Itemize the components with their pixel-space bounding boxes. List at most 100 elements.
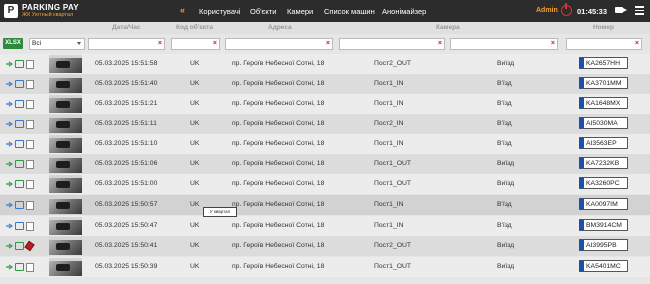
plate-number[interactable]: AI3995PB bbox=[579, 239, 628, 251]
table-row[interactable]: 05.03.2025 15:51:11 UK пр. Героїв Небесної… bbox=[0, 114, 650, 134]
clear-icon[interactable]: × bbox=[213, 39, 217, 49]
clear-icon[interactable]: × bbox=[158, 39, 162, 49]
nav-cameras[interactable]: Камери bbox=[287, 7, 313, 16]
folder-icon[interactable] bbox=[15, 242, 24, 250]
clear-icon[interactable]: × bbox=[551, 39, 555, 49]
power-icon[interactable] bbox=[561, 3, 572, 16]
table-row[interactable]: 05.03.2025 15:50:41 UK пр. Героїв Небесної… bbox=[0, 236, 650, 256]
folder-icon[interactable] bbox=[15, 80, 24, 88]
plate-number[interactable]: AI5030MA bbox=[579, 117, 628, 129]
row-date: 05.03.2025 15:51:58 bbox=[95, 60, 158, 67]
file-icon[interactable] bbox=[24, 240, 35, 252]
file-icon[interactable] bbox=[26, 222, 34, 231]
clear-icon[interactable]: × bbox=[438, 39, 442, 49]
file-icon[interactable] bbox=[26, 180, 34, 189]
plate-number[interactable]: KA3260PC bbox=[579, 177, 628, 189]
table-header: Дата/Час Код об'єкта Адреса Камера Номер bbox=[0, 22, 650, 34]
car-snapshot[interactable] bbox=[49, 196, 82, 214]
car-snapshot[interactable] bbox=[49, 237, 82, 255]
date-filter-input[interactable]: × bbox=[88, 38, 165, 50]
plate-number[interactable]: KA7232KB bbox=[579, 157, 628, 169]
export-xlsx-button[interactable]: XLSX bbox=[3, 38, 23, 49]
nav-anonymizer[interactable]: Анонімайзер bbox=[382, 7, 426, 16]
folder-icon[interactable] bbox=[15, 263, 24, 271]
car-snapshot[interactable] bbox=[49, 175, 82, 193]
table-row[interactable]: 05.03.2025 15:50:47 UK пр. Героїв Небесної… bbox=[0, 216, 650, 236]
plate-number[interactable]: KA5401MC bbox=[579, 260, 628, 272]
plate-number[interactable]: BM3914CM bbox=[579, 219, 628, 231]
address-filter-input[interactable]: × bbox=[225, 38, 333, 50]
play-icon[interactable] bbox=[6, 202, 14, 208]
col-code[interactable]: Код об'єкта bbox=[176, 24, 213, 31]
camera-filter-input[interactable]: × bbox=[339, 38, 445, 50]
plate-number[interactable]: KA2657HH bbox=[579, 57, 628, 69]
play-icon[interactable] bbox=[6, 61, 14, 67]
table-row[interactable]: 05.03.2025 15:51:58 UK пр. Героїв Небесної… bbox=[0, 54, 650, 74]
code-filter-input[interactable]: × bbox=[171, 38, 220, 50]
table-row[interactable]: 05.03.2025 15:51:10 UK пр. Героїв Небесної… bbox=[0, 134, 650, 154]
table-row[interactable]: 05.03.2025 15:51:00 UK пр. Героїв Небесної… bbox=[0, 174, 650, 194]
folder-icon[interactable] bbox=[15, 201, 24, 209]
car-snapshot[interactable] bbox=[49, 115, 82, 133]
user-name[interactable]: Admin bbox=[536, 7, 558, 14]
folder-icon[interactable] bbox=[15, 100, 24, 108]
car-snapshot[interactable] bbox=[49, 95, 82, 113]
play-icon[interactable] bbox=[6, 141, 14, 147]
direction-filter-input[interactable]: × bbox=[450, 38, 558, 50]
plate-number[interactable]: AI3563EP bbox=[579, 137, 628, 149]
car-snapshot[interactable] bbox=[49, 135, 82, 153]
file-icon[interactable] bbox=[26, 60, 34, 69]
row-camera: Пост2_OUT bbox=[374, 60, 412, 67]
row-address: пр. Героїв Небесної Сотні, 18 bbox=[232, 100, 325, 107]
file-icon[interactable] bbox=[26, 201, 34, 210]
row-direction: В'їзд bbox=[497, 222, 512, 229]
file-icon[interactable] bbox=[26, 140, 34, 149]
car-snapshot[interactable] bbox=[49, 258, 82, 276]
table-row[interactable]: 05.03.2025 15:50:57 UK пр. Героїв Небесної… bbox=[0, 195, 650, 215]
folder-icon[interactable] bbox=[15, 60, 24, 68]
plate-number[interactable]: KA1648MX bbox=[579, 97, 628, 109]
car-snapshot[interactable] bbox=[49, 217, 82, 235]
clear-icon[interactable]: × bbox=[635, 39, 639, 49]
col-camera[interactable]: Камера bbox=[436, 24, 460, 31]
file-icon[interactable] bbox=[26, 160, 34, 169]
car-snapshot[interactable] bbox=[49, 75, 82, 93]
car-snapshot[interactable] bbox=[49, 55, 82, 73]
col-date[interactable]: Дата/Час bbox=[112, 24, 141, 31]
clear-icon[interactable]: × bbox=[326, 39, 330, 49]
folder-icon[interactable] bbox=[15, 120, 24, 128]
file-icon[interactable] bbox=[26, 263, 34, 272]
play-icon[interactable] bbox=[6, 161, 14, 167]
plate-filter-input[interactable]: × bbox=[566, 38, 642, 50]
file-icon[interactable] bbox=[26, 80, 34, 89]
nav-car-list[interactable]: Список машин bbox=[324, 7, 375, 16]
table-row[interactable]: 05.03.2025 15:51:21 UK пр. Героїв Небесної… bbox=[0, 94, 650, 114]
col-plate[interactable]: Номер bbox=[593, 24, 614, 31]
table-row[interactable]: 05.03.2025 15:51:40 UK пр. Героїв Небесної… bbox=[0, 74, 650, 94]
car-snapshot[interactable] bbox=[49, 155, 82, 173]
folder-icon[interactable] bbox=[15, 160, 24, 168]
file-icon[interactable] bbox=[26, 100, 34, 109]
table-row[interactable]: 05.03.2025 15:50:39 UK пр. Героїв Небесної… bbox=[0, 257, 650, 277]
file-icon[interactable] bbox=[26, 120, 34, 129]
play-icon[interactable] bbox=[6, 223, 14, 229]
menu-icon[interactable] bbox=[635, 6, 644, 15]
col-address[interactable]: Адреса bbox=[268, 24, 292, 31]
nav-objects[interactable]: Об'єкти bbox=[250, 7, 276, 16]
plate-number[interactable]: KA3701MM bbox=[579, 77, 628, 89]
plate-number[interactable]: KA0097IM bbox=[579, 198, 628, 210]
table-row[interactable]: 05.03.2025 15:51:06 UK пр. Героїв Небесної… bbox=[0, 154, 650, 174]
filter-select[interactable]: Всі bbox=[29, 38, 85, 50]
play-icon[interactable] bbox=[6, 181, 14, 187]
chevron-left-icon[interactable]: « bbox=[180, 5, 185, 15]
play-icon[interactable] bbox=[6, 101, 14, 107]
folder-icon[interactable] bbox=[15, 180, 24, 188]
folder-icon[interactable] bbox=[15, 140, 24, 148]
play-icon[interactable] bbox=[6, 264, 14, 270]
camera-icon[interactable] bbox=[615, 7, 627, 13]
nav-users[interactable]: Користувачі bbox=[199, 7, 240, 16]
folder-icon[interactable] bbox=[15, 222, 24, 230]
play-icon[interactable] bbox=[6, 121, 14, 127]
play-icon[interactable] bbox=[6, 243, 14, 249]
play-icon[interactable] bbox=[6, 81, 14, 87]
